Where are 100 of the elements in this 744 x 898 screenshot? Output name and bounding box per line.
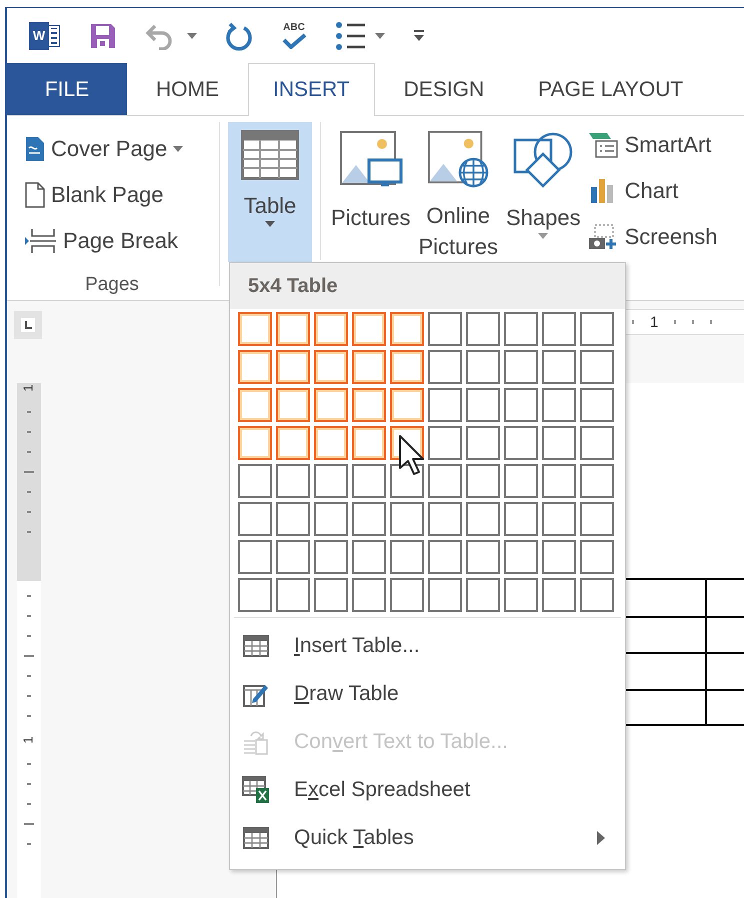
- table-grid-cell[interactable]: [352, 578, 386, 612]
- table-grid-cell[interactable]: [276, 426, 310, 460]
- table-grid-cell[interactable]: [504, 540, 538, 574]
- table-grid-cell[interactable]: [428, 426, 462, 460]
- ribbon-tab[interactable]: INSERT: [248, 63, 375, 116]
- table-grid-cell[interactable]: [466, 426, 500, 460]
- table-grid-cell[interactable]: [580, 464, 614, 498]
- table-grid-cell[interactable]: [466, 312, 500, 346]
- table-grid-cell[interactable]: [542, 388, 576, 422]
- table-grid-cell[interactable]: [238, 540, 272, 574]
- table-grid-cell[interactable]: [238, 464, 272, 498]
- table-grid-cell[interactable]: [238, 312, 272, 346]
- table-grid-cell[interactable]: [352, 312, 386, 346]
- table-grid-cell[interactable]: [352, 388, 386, 422]
- table-grid-cell[interactable]: [580, 578, 614, 612]
- table-grid-cell[interactable]: [542, 540, 576, 574]
- menu-item[interactable]: Insert Table...: [230, 622, 625, 670]
- table-grid-cell[interactable]: [466, 540, 500, 574]
- table-grid-cell[interactable]: [428, 388, 462, 422]
- table-grid-cell[interactable]: [390, 502, 424, 536]
- table-grid-cell[interactable]: [276, 502, 310, 536]
- table-grid-cell[interactable]: [390, 540, 424, 574]
- ribbon-tab[interactable]: DESIGN: [378, 63, 510, 115]
- table-grid-cell[interactable]: [276, 464, 310, 498]
- table-grid-cell[interactable]: [428, 350, 462, 384]
- table-grid-cell[interactable]: [276, 350, 310, 384]
- ribbon-button[interactable]: SmartArt: [586, 122, 718, 168]
- ribbon-tab[interactable]: FILE: [7, 63, 127, 115]
- ribbon-button[interactable]: Chart: [586, 168, 718, 214]
- ribbon-button[interactable]: Online Pictures: [414, 122, 502, 262]
- table-grid-cell[interactable]: [504, 350, 538, 384]
- table-grid-cell[interactable]: [542, 464, 576, 498]
- table-grid-cell[interactable]: [276, 388, 310, 422]
- ribbon-button[interactable]: Shapes: [502, 122, 585, 262]
- table-grid-cell[interactable]: [276, 578, 310, 612]
- table-grid-cell[interactable]: [238, 350, 272, 384]
- table-grid-cell[interactable]: [428, 540, 462, 574]
- redo-icon[interactable]: [225, 20, 253, 50]
- table-grid-cell[interactable]: [276, 312, 310, 346]
- table-grid-cell[interactable]: [390, 578, 424, 612]
- ribbon-button[interactable]: Page Break: [25, 218, 184, 264]
- table-grid-cell[interactable]: [428, 578, 462, 612]
- table-grid-cell[interactable]: [542, 578, 576, 612]
- table-grid-cell[interactable]: [238, 388, 272, 422]
- save-icon[interactable]: [89, 22, 117, 50]
- table-grid-cell[interactable]: [428, 502, 462, 536]
- table-grid-cell[interactable]: [580, 426, 614, 460]
- ribbon-button[interactable]: Pictures: [327, 122, 414, 262]
- table-grid-cell[interactable]: [390, 388, 424, 422]
- table-grid-cell[interactable]: [314, 388, 348, 422]
- menu-item[interactable]: Excel Spreadsheet: [230, 766, 625, 814]
- table-grid-cell[interactable]: [314, 312, 348, 346]
- ribbon-button[interactable]: Cover Page: [25, 126, 184, 172]
- table-grid-cell[interactable]: [352, 426, 386, 460]
- table-grid-cell[interactable]: [504, 312, 538, 346]
- ribbon-button[interactable]: Screensh: [586, 214, 718, 260]
- table-grid-cell[interactable]: [542, 312, 576, 346]
- table-button[interactable]: Table: [228, 122, 312, 262]
- bullet-list-icon[interactable]: [335, 20, 367, 50]
- table-grid-cell[interactable]: [238, 578, 272, 612]
- table-grid-cell[interactable]: [238, 502, 272, 536]
- table-grid-cell[interactable]: [314, 502, 348, 536]
- tab-selector-button[interactable]: [14, 311, 42, 339]
- table-grid-cell[interactable]: [314, 540, 348, 574]
- table-grid-cell[interactable]: [314, 426, 348, 460]
- table-grid-cell[interactable]: [466, 464, 500, 498]
- table-grid-cell[interactable]: [238, 426, 272, 460]
- table-grid-cell[interactable]: [314, 350, 348, 384]
- table-grid-cell[interactable]: [542, 502, 576, 536]
- caret-icon[interactable]: [375, 32, 385, 38]
- table-grid-cell[interactable]: [390, 312, 424, 346]
- menu-item[interactable]: Quick Tables: [230, 814, 625, 862]
- table-grid-cell[interactable]: [466, 578, 500, 612]
- table-grid-cell[interactable]: [428, 312, 462, 346]
- table-grid-cell[interactable]: [580, 388, 614, 422]
- menu-item[interactable]: Draw Table: [230, 670, 625, 718]
- table-grid-cell[interactable]: [466, 388, 500, 422]
- table-grid-cell[interactable]: [276, 540, 310, 574]
- table-grid-cell[interactable]: [352, 540, 386, 574]
- table-grid-cell[interactable]: [314, 578, 348, 612]
- ribbon-tab[interactable]: PAGE LAYOUT: [513, 63, 708, 115]
- table-grid-cell[interactable]: [542, 350, 576, 384]
- table-grid-cell[interactable]: [504, 502, 538, 536]
- table-grid-cell[interactable]: [352, 464, 386, 498]
- table-grid-cell[interactable]: [504, 578, 538, 612]
- ribbon-button[interactable]: Blank Page: [25, 172, 184, 218]
- table-grid-cell[interactable]: [542, 426, 576, 460]
- table-grid-cell[interactable]: [504, 388, 538, 422]
- table-grid-cell[interactable]: [428, 464, 462, 498]
- table-grid-cell[interactable]: [580, 312, 614, 346]
- table-grid-cell[interactable]: [504, 426, 538, 460]
- table-grid-cell[interactable]: [466, 502, 500, 536]
- customize-caret-icon[interactable]: [413, 28, 425, 42]
- table-grid-cell[interactable]: [504, 464, 538, 498]
- table-grid-cell[interactable]: [580, 502, 614, 536]
- table-grid-cell[interactable]: [314, 464, 348, 498]
- table-grid-cell[interactable]: [390, 350, 424, 384]
- ribbon-tab[interactable]: HOME: [131, 63, 244, 115]
- table-grid-cell[interactable]: [580, 540, 614, 574]
- table-grid-cell[interactable]: [466, 350, 500, 384]
